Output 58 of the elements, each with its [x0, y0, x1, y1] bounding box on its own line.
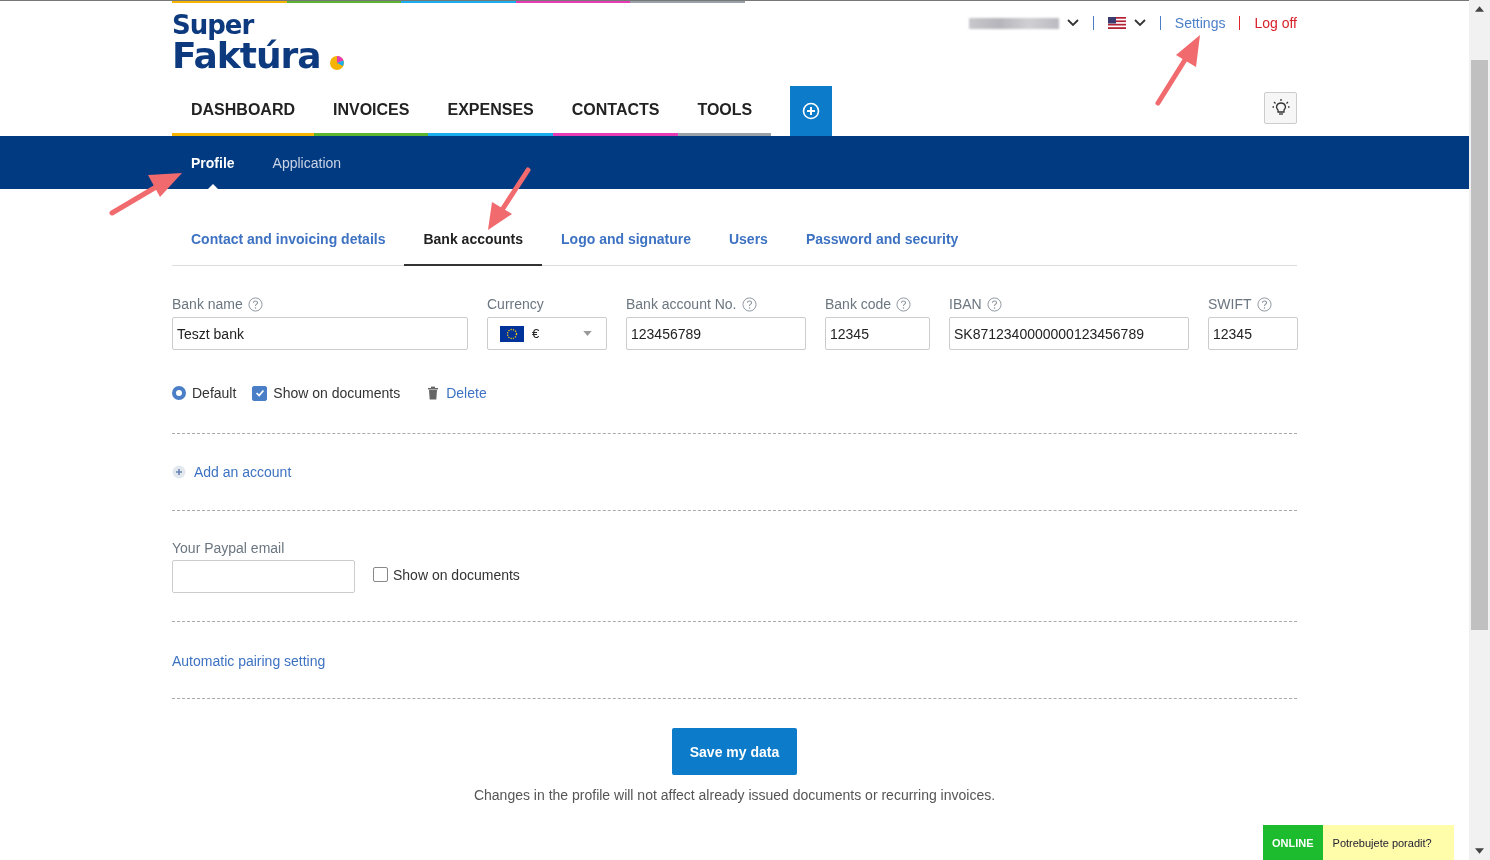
scrollbar[interactable] — [1469, 0, 1490, 860]
field-label: Bank name — [172, 296, 243, 312]
help-icon[interactable] — [247, 296, 263, 312]
field-label: Your Paypal email — [172, 540, 286, 556]
field-label: Bank account No. — [626, 296, 737, 312]
scrollbar-thumb[interactable] — [1471, 60, 1488, 630]
log-off-link[interactable]: Log off — [1254, 15, 1297, 31]
settings-tab[interactable]: Contact and invoicing details — [172, 226, 405, 265]
delete-link[interactable]: Delete — [446, 385, 487, 401]
checkbox-label: Show on documents — [393, 566, 520, 583]
radio-label: Default — [192, 385, 237, 401]
help-icon[interactable] — [986, 296, 1002, 312]
field-label: Bank code — [825, 296, 892, 312]
field-label: Currency — [487, 296, 544, 312]
settings-tab[interactable]: Logo and signature — [542, 226, 710, 265]
checkbox[interactable] — [373, 567, 388, 582]
check-icon — [253, 387, 266, 399]
info-note: Changes in the profile will not affect already issued documents or recurring invoices. — [472, 787, 997, 803]
text-field[interactable]: SK8712340000000123456789 — [949, 317, 1189, 350]
currency-select[interactable]: € — [487, 317, 607, 350]
subnav-tab[interactable]: Profile — [191, 154, 235, 171]
subnav-tab[interactable]: Application — [272, 154, 342, 171]
add-account-link[interactable]: Add an account — [194, 464, 292, 480]
text-field[interactable]: 12345 — [825, 317, 930, 350]
chevron-down-icon[interactable] — [1066, 19, 1079, 27]
pie-chart-icon — [328, 55, 345, 71]
field-label: IBAN — [949, 296, 982, 312]
text-field[interactable]: 12345 — [1208, 317, 1298, 350]
paypal-email-field[interactable] — [172, 560, 355, 593]
trash-icon[interactable] — [426, 386, 441, 400]
default-radio[interactable] — [172, 386, 186, 400]
lightbulb-icon — [1270, 98, 1291, 118]
scroll-up-icon[interactable] — [1475, 6, 1484, 12]
automatic-pairing-link[interactable]: Automatic pairing setting — [172, 653, 326, 669]
active-tab-pointer — [205, 183, 220, 191]
flag-icon[interactable] — [1107, 17, 1126, 29]
add-button[interactable] — [790, 86, 833, 136]
save-button[interactable]: Save my data — [671, 728, 798, 775]
help-icon[interactable] — [741, 296, 757, 312]
settings-link[interactable]: Settings — [1174, 15, 1226, 31]
help-icon[interactable] — [896, 296, 912, 312]
settings-tab[interactable]: Password and security — [786, 226, 978, 265]
dropdown-caret-icon — [583, 331, 592, 336]
chat-prompt[interactable]: Potrebujete poradit? — [1322, 825, 1454, 860]
text-field[interactable]: Teszt bank — [172, 317, 468, 350]
settings-tab[interactable]: Users — [709, 226, 787, 265]
checkbox[interactable] — [252, 385, 268, 401]
field-label: SWIFT — [1208, 296, 1252, 312]
chevron-down-icon[interactable] — [1133, 19, 1146, 27]
settings-tab[interactable]: Bank accounts — [404, 226, 543, 266]
checkbox-label: Show on documents — [273, 385, 401, 401]
help-icon[interactable] — [1256, 296, 1272, 312]
plus-circle-icon — [802, 102, 821, 120]
lightbulb-button[interactable] — [1264, 92, 1297, 124]
eu-flag-icon — [500, 325, 524, 342]
text-field[interactable]: 123456789 — [626, 317, 806, 350]
plus-circle-icon[interactable] — [172, 465, 186, 479]
scroll-down-icon[interactable] — [1475, 848, 1484, 854]
